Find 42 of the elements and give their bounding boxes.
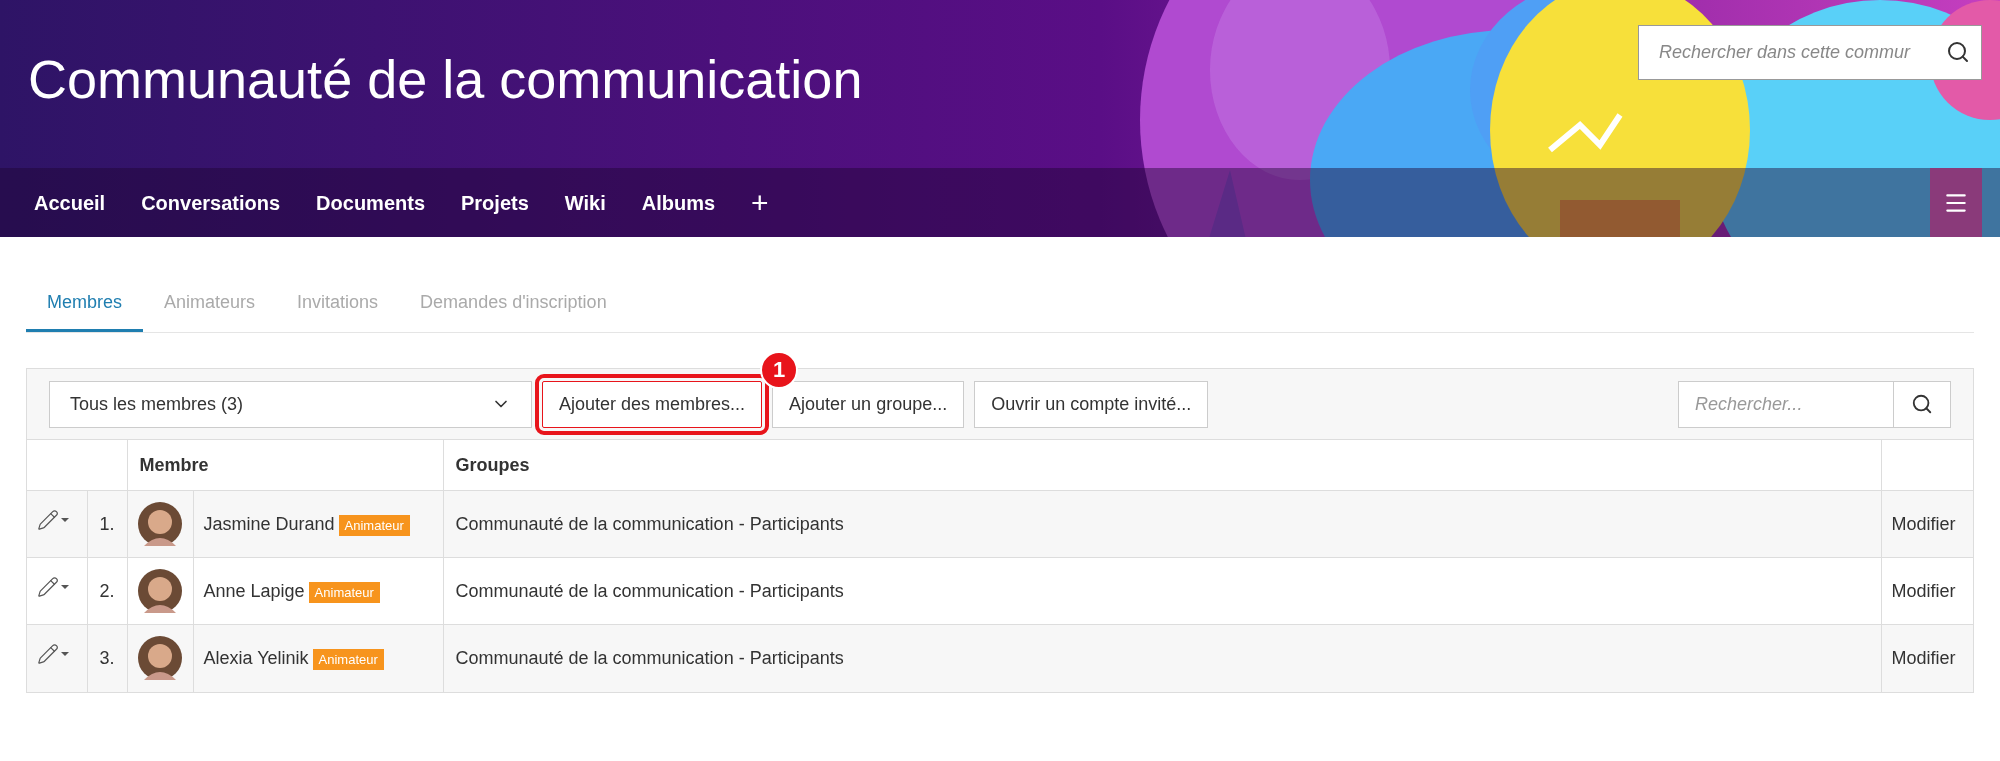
member-name[interactable]: Anne Lapige [203,580,305,601]
edit-link[interactable]: Modifier [1891,647,1956,668]
search-icon[interactable] [1946,40,1970,64]
search-button[interactable] [1894,380,1951,428]
menu-button[interactable] [1930,168,1982,237]
group-name: Communauté de la communication - Participants [455,580,844,601]
edit-menu-icon[interactable] [37,643,69,666]
role-badge: Animateur [308,581,380,603]
search-icon [1911,393,1933,415]
column-header: Membre [139,454,209,475]
group-name: Communauté de la communication - Participants [455,513,844,534]
nav-link[interactable]: Conversations [123,187,299,218]
callout-badge: 1 [760,350,799,389]
group-name: Communauté de la communication - Participants [455,647,844,668]
community-search-field[interactable]: Rechercher dans cette commur [1638,25,1982,80]
nav-link[interactable]: + [733,180,787,225]
member-name[interactable]: Jasmine Durand [203,513,335,534]
avatar [138,502,182,546]
row-number: 1. [99,513,115,534]
tab[interactable]: Membres [26,275,143,332]
nav-link[interactable]: Projets [443,187,547,218]
nav-link[interactable]: Documents [298,187,443,218]
member-name[interactable]: Alexia Yelinik [203,647,309,668]
community-title: Communauté de la communication [28,47,863,111]
toolbar-button[interactable]: Ajouter un groupe... [772,380,965,428]
role-badge: Animateur [338,514,410,536]
nav-link[interactable]: Accueil [16,187,124,218]
avatar [138,636,182,681]
nav-link[interactable]: Albums [623,187,734,218]
edit-link[interactable]: Modifier [1891,513,1956,534]
nav-link[interactable]: Wiki [546,187,624,218]
avatar [138,569,182,613]
member-search-field[interactable]: Rechercher... [1678,380,1894,428]
member-filter-dropdown[interactable]: Tous les membres (3) [49,380,532,428]
edit-menu-icon[interactable] [37,509,69,531]
column-header: Groupes [455,454,530,475]
role-badge: Animateur [312,648,384,670]
row-number: 2. [99,580,115,601]
edit-link[interactable]: Modifier [1891,580,1956,601]
row-number: 3. [99,647,115,668]
toolbar-button[interactable]: Ouvrir un compte invité... [974,380,1209,428]
edit-menu-icon[interactable] [37,576,69,598]
